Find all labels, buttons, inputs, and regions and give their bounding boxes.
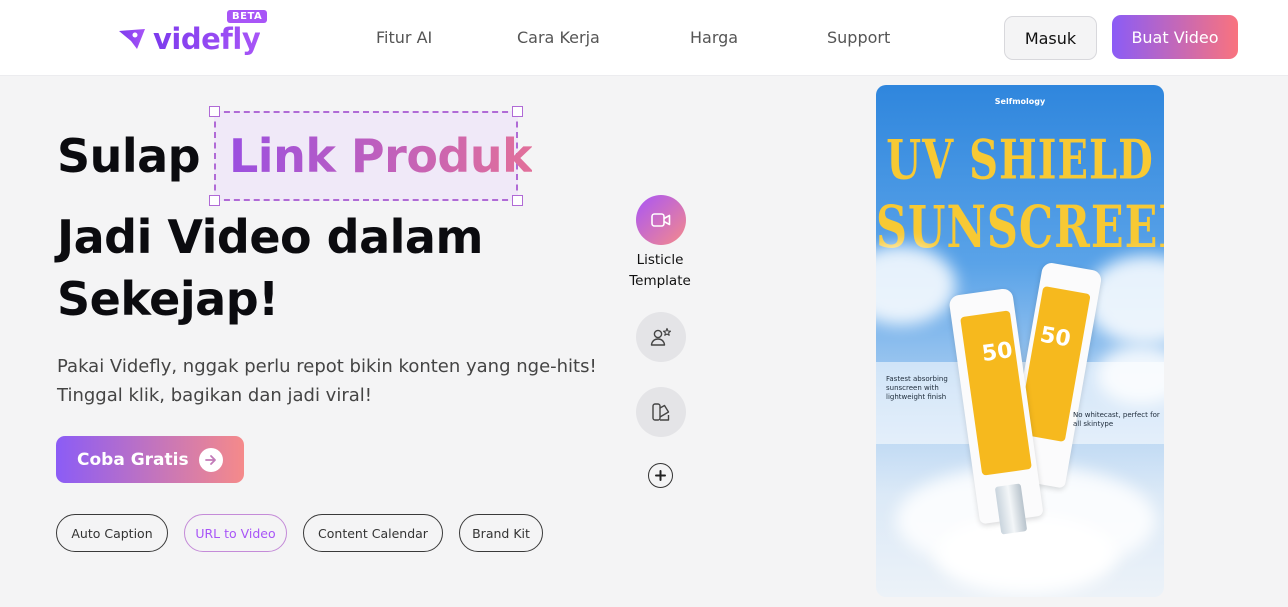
hero-subtitle-line2: Tinggal klik, bagikan dan jadi viral! (57, 385, 372, 406)
hero-title-highlight: Link Produk (229, 129, 533, 183)
logo-text: videfly (153, 22, 261, 56)
hero-subtitle-line1: Pakai Videfly, nggak perlu repot bikin k… (57, 356, 597, 377)
arrow-right-icon (198, 447, 223, 472)
login-button[interactable]: Masuk (1004, 16, 1097, 60)
videfly-logo[interactable]: videfly (115, 22, 261, 56)
cloud-decoration (1086, 255, 1164, 345)
chip-brand-kit[interactable]: Brand Kit (459, 514, 543, 552)
nav-item-harga[interactable]: Harga (690, 28, 738, 47)
hero-subtitle: Pakai Videfly, nggak perlu repot bikin k… (57, 352, 597, 410)
preview-brand-name: Selfmology (994, 97, 1046, 106)
template-avatar-button[interactable] (636, 312, 686, 362)
caption-right-line2: all skintype (1073, 420, 1114, 428)
chip-url-to-video[interactable]: URL to Video (184, 514, 287, 552)
add-icon (655, 470, 666, 481)
hero-title-line3: Sekejap! (57, 272, 279, 326)
nav-item-cara-kerja[interactable]: Cara Kerja (517, 28, 600, 47)
logo-rocket-icon (115, 29, 145, 49)
nav-item-fitur-ai[interactable]: Fitur AI (376, 28, 432, 47)
selection-handle-bottom-left (209, 195, 220, 206)
preview-caption-left: Fastest absorbing sunscreen with lightwe… (886, 375, 948, 402)
spf-value-back: 50 (1038, 322, 1073, 353)
selection-handle-bottom-right (512, 195, 523, 206)
add-template-button[interactable] (648, 463, 673, 488)
caption-left-line3: lightweight finish (886, 393, 947, 401)
caption-right-line1: No whitecast, perfect for (1073, 411, 1160, 419)
top-navbar: videfly BETA Fitur AI Cara Kerja Harga S… (0, 0, 1288, 75)
beta-badge: BETA (227, 10, 268, 23)
selection-handle-top-left (209, 106, 220, 117)
caption-left-line1: Fastest absorbing (886, 375, 948, 383)
try-free-label: Coba Gratis (77, 449, 189, 470)
spf-value-front: 50 (980, 337, 1015, 368)
template-label-line1: Listicle (636, 252, 684, 268)
video-camera-icon (651, 213, 671, 227)
preview-title-line1: UV SHIELD (886, 128, 1154, 193)
user-star-icon (650, 327, 672, 346)
nav-item-support[interactable]: Support (827, 28, 890, 47)
create-video-button[interactable]: Buat Video (1112, 15, 1238, 59)
hero-title-prefix: Sulap (57, 129, 201, 183)
template-design-button[interactable] (636, 387, 686, 437)
video-preview-card[interactable]: Selfmology UV SHIELD SUNSCREEN 50 50 Fas… (876, 85, 1164, 597)
template-listicle-button[interactable] (636, 195, 686, 245)
chip-auto-caption[interactable]: Auto Caption (56, 514, 168, 552)
template-label-line2: Template (629, 273, 691, 289)
hero-title-line2: Jadi Video dalam (57, 210, 483, 264)
template-active-label: Listicle Template (610, 250, 710, 292)
selection-handle-top-right (512, 106, 523, 117)
layers-edit-icon (652, 403, 670, 421)
preview-caption-right: No whitecast, perfect for all skintype (1073, 411, 1160, 429)
try-free-button[interactable]: Coba Gratis (56, 436, 244, 483)
chip-content-calendar[interactable]: Content Calendar (303, 514, 443, 552)
caption-left-line2: sunscreen with (886, 384, 939, 392)
